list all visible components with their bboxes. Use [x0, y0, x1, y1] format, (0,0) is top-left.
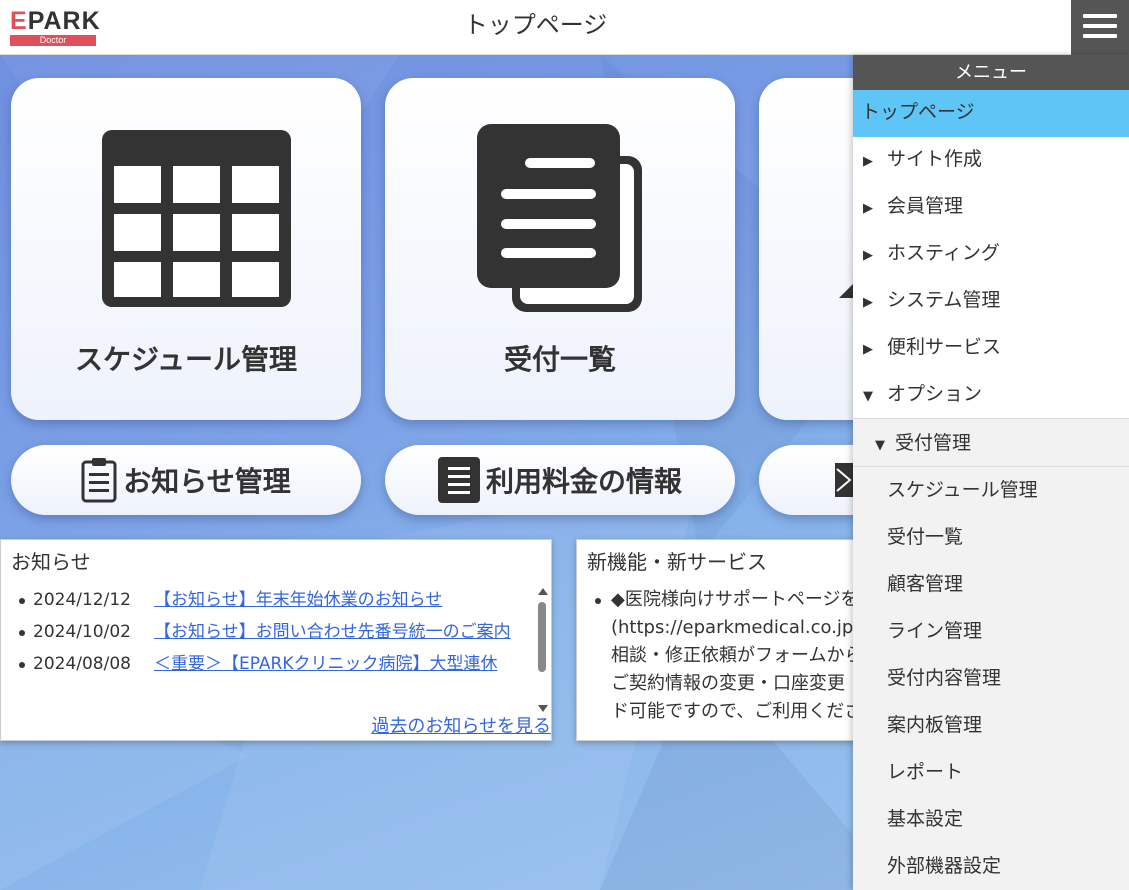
news-link[interactable]: 【お知らせ】年末年始休業のお知らせ	[154, 586, 529, 614]
submenu-item-basic-settings[interactable]: 基本設定	[853, 796, 1129, 843]
menu-item-label: オプション	[887, 383, 983, 405]
app-header: EPARK Doctor トップページ	[0, 0, 1129, 55]
services-line: (https://eparkmedical.co.jp/to	[611, 617, 876, 638]
triangle-right-icon: ▶	[863, 248, 873, 263]
tile-label: 受付一覧	[503, 343, 616, 376]
menu-item-system-management[interactable]: ▶ システム管理	[853, 278, 1129, 325]
news-item: 2024/12/12 【お知らせ】年末年始休業のお知らせ	[19, 586, 529, 614]
schedule-management-tile[interactable]: スケジュール管理	[11, 78, 361, 420]
services-line: 相談・修正依頼がフォームから	[611, 645, 863, 666]
news-panel-title: お知らせ	[11, 550, 91, 574]
submenu-item-reception-list[interactable]: 受付一覧	[853, 514, 1129, 561]
news-date: 2024/08/08	[33, 654, 131, 674]
scroll-down-icon[interactable]	[538, 705, 548, 712]
hamburger-line	[1083, 14, 1117, 18]
submenu-item-signboard[interactable]: 案内板管理	[853, 702, 1129, 749]
menu-item-hosting[interactable]: ▶ ホスティング	[853, 231, 1129, 278]
submenu-reception-management[interactable]: ▼ 受付管理	[853, 419, 1129, 467]
triangle-right-icon: ▶	[863, 342, 873, 357]
menu-item-options[interactable]: ▼ オプション	[853, 372, 1129, 419]
menu-item-label: システム管理	[887, 289, 1001, 311]
menu-item-member-management[interactable]: ▶ 会員管理	[853, 184, 1129, 231]
submenu-item-line[interactable]: ライン管理	[853, 608, 1129, 655]
menu-item-top-page[interactable]: トップページ	[853, 90, 1129, 137]
submenu-item-reception-content[interactable]: 受付内容管理	[853, 655, 1129, 702]
table-grid-icon	[102, 130, 291, 307]
services-bullet	[595, 598, 601, 604]
scroll-up-icon[interactable]	[538, 588, 548, 595]
triangle-right-icon: ▶	[863, 295, 873, 310]
news-panel: お知らせ 2024/12/12 【お知らせ】年末年始休業のお知らせ 2024/1…	[0, 539, 552, 741]
document-stack-icon	[477, 124, 642, 312]
pill-label: 利用料金の情報	[485, 465, 682, 498]
hamburger-menu-button[interactable]	[1071, 0, 1129, 55]
side-menu: メニュー トップページ ▶ サイト作成 ▶ 会員管理 ▶ ホスティング ▶ システム管理…	[853, 55, 1129, 890]
triangle-down-icon: ▼	[863, 389, 873, 404]
clipboard-icon	[81, 458, 117, 503]
services-panel: 新機能・新サービス ◆医院様向けサポートページを (https://eparkm…	[576, 539, 876, 741]
triangle-right-icon: ▶	[863, 154, 873, 169]
menu-item-label: 会員管理	[887, 195, 964, 217]
services-line: ド可能ですので、ご利用くださ	[611, 701, 863, 722]
menu-header: メニュー	[853, 55, 1129, 90]
services-panel-title: 新機能・新サービス	[587, 550, 767, 574]
news-link[interactable]: ＜重要＞【EPARKクリニック病院】大型連休	[154, 650, 529, 678]
menu-item-label: 便利サービス	[887, 336, 1002, 358]
news-date: 2024/10/02	[33, 622, 131, 642]
menu-item-useful-services[interactable]: ▶ 便利サービス	[853, 325, 1129, 372]
submenu-item-external-devices[interactable]: 外部機器設定	[853, 843, 1129, 890]
document-lines-icon	[437, 457, 480, 503]
past-news-link[interactable]: 過去のお知らせを見る	[371, 712, 551, 738]
news-list: 2024/12/12 【お知らせ】年末年始休業のお知らせ 2024/10/02 …	[19, 586, 529, 682]
services-line: ◆医院様向けサポートページを	[611, 589, 859, 610]
menu-item-site-creation[interactable]: ▶ サイト作成	[853, 137, 1129, 184]
submenu-list: スケジュール管理 受付一覧 顧客管理 ライン管理 受付内容管理 案内板管理 レポ…	[853, 467, 1129, 890]
scrollbar-thumb[interactable]	[538, 602, 546, 672]
fee-info-button[interactable]: 利用料金の情報	[385, 445, 735, 515]
submenu-head-label: 受付管理	[895, 432, 972, 454]
pill-label: お知らせ管理	[123, 465, 291, 498]
triangle-down-icon: ▼	[875, 438, 885, 453]
triangle-right-icon: ▶	[863, 201, 873, 216]
news-item: 2024/08/08 ＜重要＞【EPARKクリニック病院】大型連休	[19, 650, 529, 678]
services-text: ◆医院様向けサポートページを (https://eparkmedical.co.…	[611, 586, 876, 726]
page-title: トップページ	[463, 11, 608, 39]
submenu-item-schedule[interactable]: スケジュール管理	[853, 467, 1129, 514]
services-line: ご契約情報の変更・口座変更	[611, 673, 845, 694]
news-scrollbar[interactable]	[536, 586, 549, 714]
reception-list-tile[interactable]: 受付一覧	[385, 78, 735, 420]
submenu-item-report[interactable]: レポート	[853, 749, 1129, 796]
submenu-item-customer[interactable]: 顧客管理	[853, 561, 1129, 608]
news-item: 2024/10/02 【お知らせ】お問い合わせ先番号統一のご案内	[19, 618, 529, 646]
tile-label: スケジュール管理	[74, 343, 298, 376]
menu-item-label: ホスティング	[887, 242, 1000, 264]
news-date: 2024/12/12	[33, 590, 131, 610]
hamburger-line	[1083, 34, 1117, 38]
news-link[interactable]: 【お知らせ】お問い合わせ先番号統一のご案内	[154, 618, 529, 646]
hamburger-line	[1083, 24, 1117, 28]
notice-management-button[interactable]: お知らせ管理	[11, 445, 361, 515]
menu-item-label: サイト作成	[887, 148, 983, 170]
